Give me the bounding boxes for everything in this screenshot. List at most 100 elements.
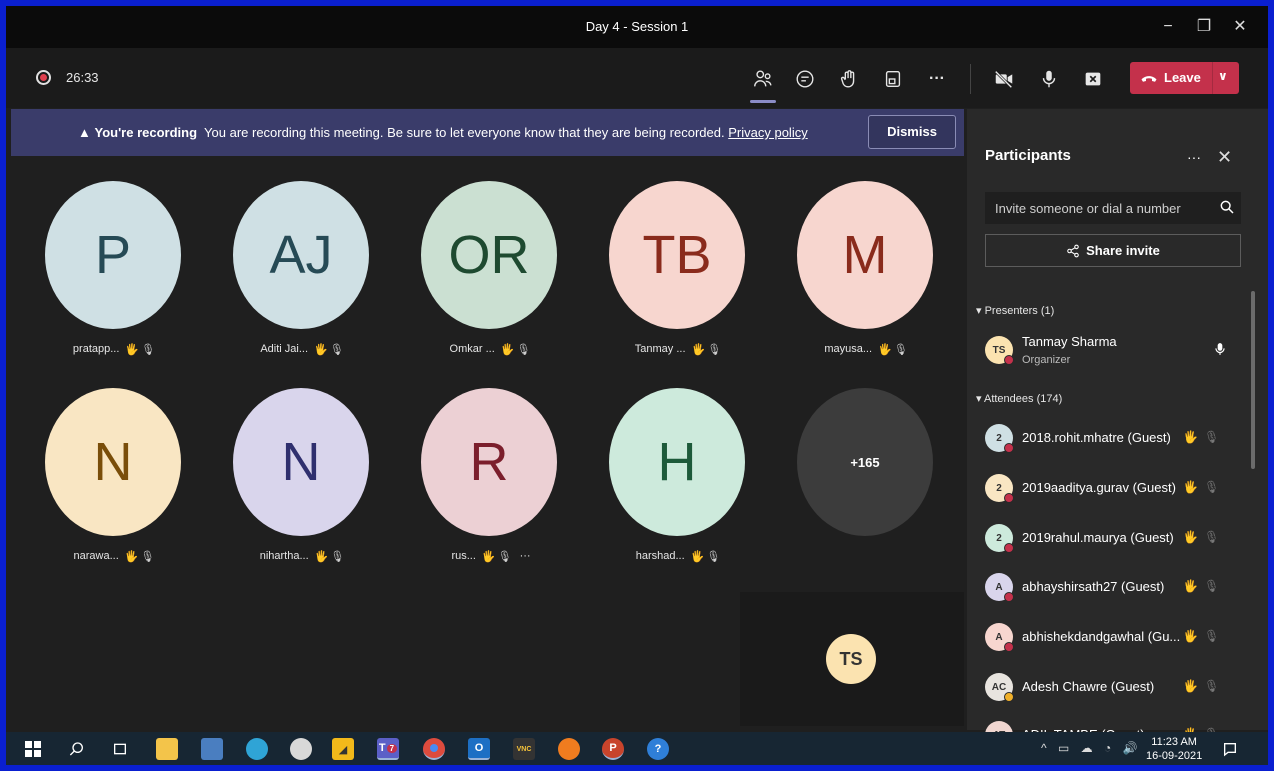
- windows-taskbar: ◢ T7 O VNC P ? ^ ▭ ☁ ◔ 🔊 11:23 AM 16-09-…: [6, 732, 1268, 765]
- participant-row[interactable]: AC Adesh Chawre (Guest) 🖐🎙: [985, 671, 1245, 705]
- avatar: M: [797, 181, 933, 329]
- panel-title: Participants: [985, 147, 1071, 164]
- chevron-down-icon[interactable]: ∨: [1218, 69, 1228, 83]
- warning-icon: ▲: [78, 125, 91, 140]
- invite-search-input[interactable]: [985, 192, 1241, 224]
- clock-date: 16-09-2021: [1146, 750, 1203, 762]
- participant-name: mayusa...: [824, 343, 872, 355]
- participant-row[interactable]: 2 2018.rohit.mhatre (Guest) 🖐🎙: [985, 422, 1245, 456]
- participant-tile[interactable]: R rus... 🖐🎙 ···: [421, 388, 561, 578]
- participant-tile[interactable]: N nihartha... 🖐🎙: [233, 388, 373, 578]
- maximize-button[interactable]: ❐: [1192, 15, 1216, 39]
- hand-mic-icons: 🖐🎙: [1183, 430, 1226, 444]
- mic-status-icon: 🖐🎙: [500, 344, 533, 356]
- avatar: P: [45, 181, 181, 329]
- attendees-section[interactable]: ▾ Attendees (174): [976, 392, 1062, 405]
- overflow-count: +165: [797, 388, 933, 536]
- search-icon[interactable]: [66, 738, 88, 760]
- close-icon[interactable]: ✕: [1217, 147, 1232, 168]
- sticky-notes-icon[interactable]: ◢: [332, 738, 354, 760]
- taskbar-clock[interactable]: 11:23 AM 16-09-2021: [1146, 735, 1202, 763]
- windows-icon[interactable]: [22, 738, 44, 760]
- presenters-section[interactable]: ▾ Presenters (1): [976, 304, 1054, 317]
- participant-name: 2018.rohit.mhatre (Guest): [1022, 430, 1171, 445]
- share-tray-icon[interactable]: [880, 66, 906, 92]
- mic-status-icon: 🖐🎙: [691, 344, 724, 356]
- privacy-policy-link[interactable]: Privacy policy: [728, 125, 807, 140]
- more-icon[interactable]: ···: [1187, 149, 1201, 165]
- more-icon[interactable]: ···: [924, 66, 950, 92]
- mic-status-icon: 🖐🎙: [124, 551, 157, 563]
- mic-icon[interactable]: [1036, 66, 1062, 92]
- close-window-button[interactable]: ✕: [1228, 15, 1252, 39]
- participant-tile[interactable]: P pratapp... 🖐🎙: [45, 181, 185, 371]
- participant-name: rus...: [451, 550, 476, 562]
- status-badge: [1004, 592, 1014, 602]
- minimize-button[interactable]: −: [1156, 15, 1180, 39]
- window-title: Day 4 - Session 1: [585, 19, 689, 34]
- file-explorer-icon[interactable]: [156, 738, 178, 760]
- participant-tile[interactable]: OR Omkar ... 🖐🎙: [421, 181, 561, 371]
- task-view-icon[interactable]: [109, 738, 131, 760]
- recording-banner: ▲ You're recording You are recording thi…: [11, 109, 964, 156]
- teams-icon[interactable]: T7: [377, 738, 399, 760]
- share-screen-icon[interactable]: [1080, 66, 1106, 92]
- clock-icon[interactable]: [290, 738, 312, 760]
- app-icon[interactable]: [246, 738, 268, 760]
- participant-name: abhayshirsath27 (Guest): [1022, 579, 1165, 594]
- participant-tile[interactable]: TB Tanmay ... 🖐🎙: [609, 181, 749, 371]
- leave-button[interactable]: Leave ∨: [1130, 62, 1239, 94]
- tile-more-icon[interactable]: ···: [520, 550, 531, 563]
- mic-status-icon: 🖐🎙: [878, 344, 910, 356]
- overflow-tile[interactable]: +165: [797, 388, 937, 578]
- participant-row[interactable]: TS Tanmay Sharma Organizer: [985, 334, 1245, 368]
- share-invite-button[interactable]: Share invite: [985, 234, 1241, 267]
- participant-tile[interactable]: N narawa... 🖐🎙: [45, 388, 185, 578]
- chat-icon[interactable]: [792, 66, 818, 92]
- leave-divider: [1212, 62, 1213, 94]
- participant-name: Tanmay ...: [634, 343, 686, 355]
- participant-name: 2019rahul.maurya (Guest): [1022, 530, 1174, 545]
- presenters-label: Presenters (1): [984, 305, 1055, 317]
- search-icon[interactable]: [1219, 199, 1235, 215]
- participant-name: Aditi Jai...: [260, 343, 308, 355]
- share-invite-label: Share invite: [1086, 243, 1160, 258]
- participant-row[interactable]: 2 2019rahul.maurya (Guest) 🖐🎙: [985, 522, 1245, 556]
- remote-desktop-icon[interactable]: [201, 738, 223, 760]
- share-icon: [1067, 244, 1079, 257]
- vlc-icon[interactable]: [558, 738, 580, 760]
- mic-status-icon: 🖐🎙: [481, 551, 514, 563]
- clock-time: 11:23 AM: [1151, 736, 1197, 748]
- camera-off-icon[interactable]: [991, 66, 1017, 92]
- system-tray[interactable]: ^ ▭ ☁ ◔ 🔊: [1041, 741, 1142, 755]
- participant-name: nihartha...: [259, 550, 309, 562]
- status-badge: [1004, 493, 1014, 503]
- participant-tile[interactable]: AJ Aditi Jai... 🖐🎙: [233, 181, 373, 371]
- hand-mic-icons: 🖐🎙: [1183, 679, 1226, 693]
- dismiss-button[interactable]: Dismiss: [868, 115, 956, 149]
- scrollbar[interactable]: [1251, 291, 1255, 469]
- participant-tile[interactable]: M mayusa... 🖐🎙: [797, 181, 937, 371]
- notification-icon[interactable]: [1219, 738, 1241, 760]
- help-icon[interactable]: ?: [647, 738, 669, 760]
- meeting-toolbar: 26:33 ··· Leave ∨: [6, 48, 1268, 108]
- attendees-label: Attendees (174): [983, 393, 1063, 405]
- avatar: N: [233, 388, 369, 536]
- hand-mic-icons: 🖐🎙: [1183, 629, 1226, 643]
- participant-row[interactable]: 2 2019aaditya.gurav (Guest) 🖐🎙: [985, 472, 1245, 506]
- participant-tile[interactable]: H harshad... 🖐🎙: [609, 388, 749, 578]
- powerpoint-icon[interactable]: P: [602, 738, 624, 760]
- chrome-icon[interactable]: [423, 738, 445, 760]
- raise-hand-icon[interactable]: [836, 66, 862, 92]
- participant-name: narawa...: [73, 550, 119, 562]
- participant-row[interactable]: A abhayshirsath27 (Guest) 🖐🎙: [985, 571, 1245, 605]
- participant-name: 2019aaditya.gurav (Guest): [1022, 480, 1176, 495]
- vnc-icon[interactable]: VNC: [513, 738, 535, 760]
- participant-row[interactable]: A abhishekdandgawhal (Gu... 🖐🎙: [985, 621, 1245, 655]
- avatar: H: [609, 388, 745, 536]
- people-icon[interactable]: [750, 66, 776, 92]
- self-view: TS: [740, 592, 964, 726]
- status-badge: [1004, 355, 1014, 365]
- teams-window: Day 4 - Session 1 − ❐ ✕ 26:33 ··· Leave …: [6, 6, 1268, 765]
- outlook-icon[interactable]: O: [468, 738, 490, 760]
